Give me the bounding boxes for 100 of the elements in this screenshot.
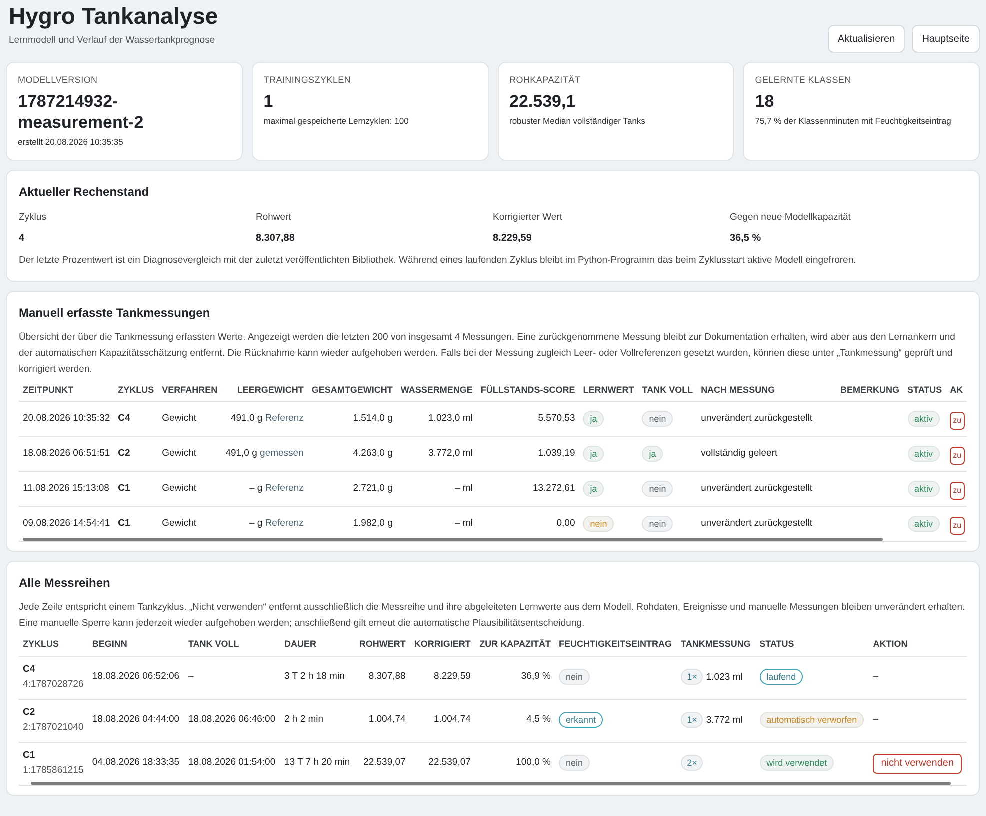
header-button[interactable]: Aktualisieren [828, 25, 906, 53]
table-cell: 22.539,07 [354, 742, 410, 785]
status-pill: laufend [760, 669, 804, 686]
column-header: AKTION [869, 634, 967, 656]
stat-note: erstellt 20.08.2026 10:35:35 [18, 136, 124, 148]
table-cell: 18.08.2026 06:51:51 [19, 436, 114, 472]
table-cell: 13.272,61 [476, 472, 580, 506]
count-pill: 2× [681, 755, 704, 772]
column-header: AK [946, 380, 968, 402]
column-header: ZUR KAPAZITÄT [474, 634, 555, 656]
action-button[interactable]: zu [950, 447, 965, 465]
table-cell: vollständig geleert [697, 436, 816, 472]
table-cell: C2 [114, 436, 158, 472]
weight-value: – g [249, 482, 263, 494]
section-title: Alle Messreihen [19, 575, 112, 592]
measured-value: 1.023 ml [706, 672, 743, 684]
column-header: KORRIGIERT [410, 634, 475, 656]
section-description: Jede Zeile entspricht einem Tankzyklus. „Nicht verwenden“ entfernt ausschließlich die Messreihe und ihre abgeleiteten Lernwerte aus dem Modell. Rohdaten, Ereignisse und manuelle Messungen bleiben unverändert erhalten. Eine manuelle Sperre kann jederzeit wieder aufgehoben werden; anschließend gilt erneut die automatische Plausibilitätsentscheidung. [19, 601, 966, 631]
status-pill: automatisch verworfen [760, 712, 864, 728]
table-cell: 1.023,0 ml [396, 402, 477, 436]
column-header: BEMERKUNG [816, 380, 904, 402]
stat-value: 22.539,1 [510, 90, 577, 112]
weight-source: gemessen [260, 448, 304, 459]
table-cell: C4 [114, 402, 158, 436]
table-cell: 8.307,88 [354, 656, 410, 699]
table-cell: – [184, 656, 280, 699]
page-subtitle: Lernmodell und Verlauf der Wassertankprognose [9, 34, 216, 48]
weight-source: Referenz [265, 482, 304, 494]
learn-pill: ja [583, 446, 604, 462]
table-cell: 1.039,19 [476, 436, 580, 472]
table-cell: 1.004,74 [410, 699, 475, 742]
weight-value: 491,0 g [226, 448, 258, 459]
column-header: VERFAHREN [158, 380, 222, 402]
column-header: STATUS [904, 380, 946, 402]
cycle-name: C2 [23, 706, 36, 720]
table-cell: – ml [396, 472, 477, 506]
measured-value: 3.772 ml [706, 715, 743, 726]
section-note: Der letzte Prozentwert ist ein Diagnosevergleich mit der zuletzt veröffentlichten Bibliothek. Während eines laufenden Zyklus bleibt im Python-Programm das beim Zyklusstart aktive Modell eingefroren. [19, 254, 858, 268]
section-title: Manuell erfasste Tankmessungen [19, 304, 212, 322]
field-value: 8.229,59 [493, 232, 533, 246]
column-header: NACH MESSUNG [697, 380, 816, 402]
table-cell: 3 T 2 h 18 min [280, 656, 355, 699]
header-button[interactable]: Hauptseite [912, 25, 980, 53]
table-cell: unverändert zurückgestellt [697, 506, 816, 542]
table-cell: unverändert zurückgestellt [697, 402, 816, 436]
full-pill: nein [642, 480, 674, 497]
weight-source: Referenz [265, 518, 304, 529]
stat-note: robuster Median vollständiger Tanks [510, 114, 646, 128]
action-button[interactable]: zu [950, 412, 965, 430]
table-cell: 2.721,0 g [308, 472, 397, 506]
action-button[interactable]: zu [950, 482, 965, 500]
table-cell: 13 T 7 h 20 min [280, 742, 355, 785]
column-header: ZEITPUNKT [19, 380, 114, 402]
section-title: Aktueller Rechenstand [19, 184, 150, 201]
table-cell: 36,9 % [474, 656, 555, 699]
cycle-id: 4:1787028726 [23, 678, 84, 692]
stat-value: 1787214932-measurement-2 [18, 90, 145, 132]
table-cell: 100,0 % [474, 742, 555, 785]
weight-value: 491,0 g [230, 412, 263, 424]
learn-pill: nein [583, 516, 614, 532]
stat-label: TRAININGSZYKLEN [264, 74, 352, 87]
table-cell: 18.08.2026 04:44:00 [88, 699, 184, 742]
table-cell: 0,00 [476, 506, 580, 542]
table-cell: C1 [114, 506, 158, 542]
learn-pill: ja [583, 480, 604, 497]
stat-note: maximal gespeicherte Lernzyklen: 100 [264, 114, 410, 128]
table-cell: 1.982,0 g [308, 506, 397, 542]
full-pill: nein [642, 516, 674, 532]
action-button[interactable]: zu [950, 517, 965, 535]
table-cell: Gewicht [158, 402, 222, 436]
column-header: GESAMTGEWICHT [308, 380, 397, 402]
column-header: TANK VOLL [638, 380, 698, 402]
stat-value: 18 [755, 90, 776, 112]
table-cell: 18.08.2026 06:52:06 [88, 656, 184, 699]
field-label: Rohwert [256, 211, 292, 225]
scrollbar[interactable] [31, 782, 951, 784]
field-value: 4 [19, 232, 26, 246]
table-cell: 09.08.2026 14:54:41 [19, 506, 114, 542]
scrollbar[interactable] [23, 538, 883, 541]
cycle-id: 2:1787021040 [23, 720, 84, 734]
humidity-pill: nein [558, 669, 590, 686]
status-pill: aktiv [908, 480, 940, 497]
stat-label: GELERNTE KLASSEN [755, 74, 852, 87]
weight-value: – g [249, 518, 263, 529]
table-cell: 1.004,74 [354, 699, 410, 742]
column-header: TANKMESSUNG [677, 634, 756, 656]
table-cell: 20.08.2026 10:35:32 [19, 402, 114, 436]
table-cell: 8.229,59 [410, 656, 475, 699]
exclude-button[interactable]: nicht verwenden [873, 754, 962, 774]
column-header: LERNWERT [579, 380, 638, 402]
column-header: DAUER [280, 634, 355, 656]
stat-note: 75,7 % der Klassenminuten mit Feuchtigkeitseintrag [755, 114, 952, 128]
table-cell: 18.08.2026 06:46:00 [184, 699, 280, 742]
humidity-pill: erkannt [558, 712, 603, 728]
table-cell: – [869, 656, 967, 699]
field-value: 8.307,88 [256, 232, 296, 246]
full-pill: nein [642, 410, 674, 427]
field-label: Zyklus [19, 211, 48, 225]
table-cell: unverändert zurückgestellt [697, 472, 816, 506]
count-pill: 1× [681, 712, 704, 728]
